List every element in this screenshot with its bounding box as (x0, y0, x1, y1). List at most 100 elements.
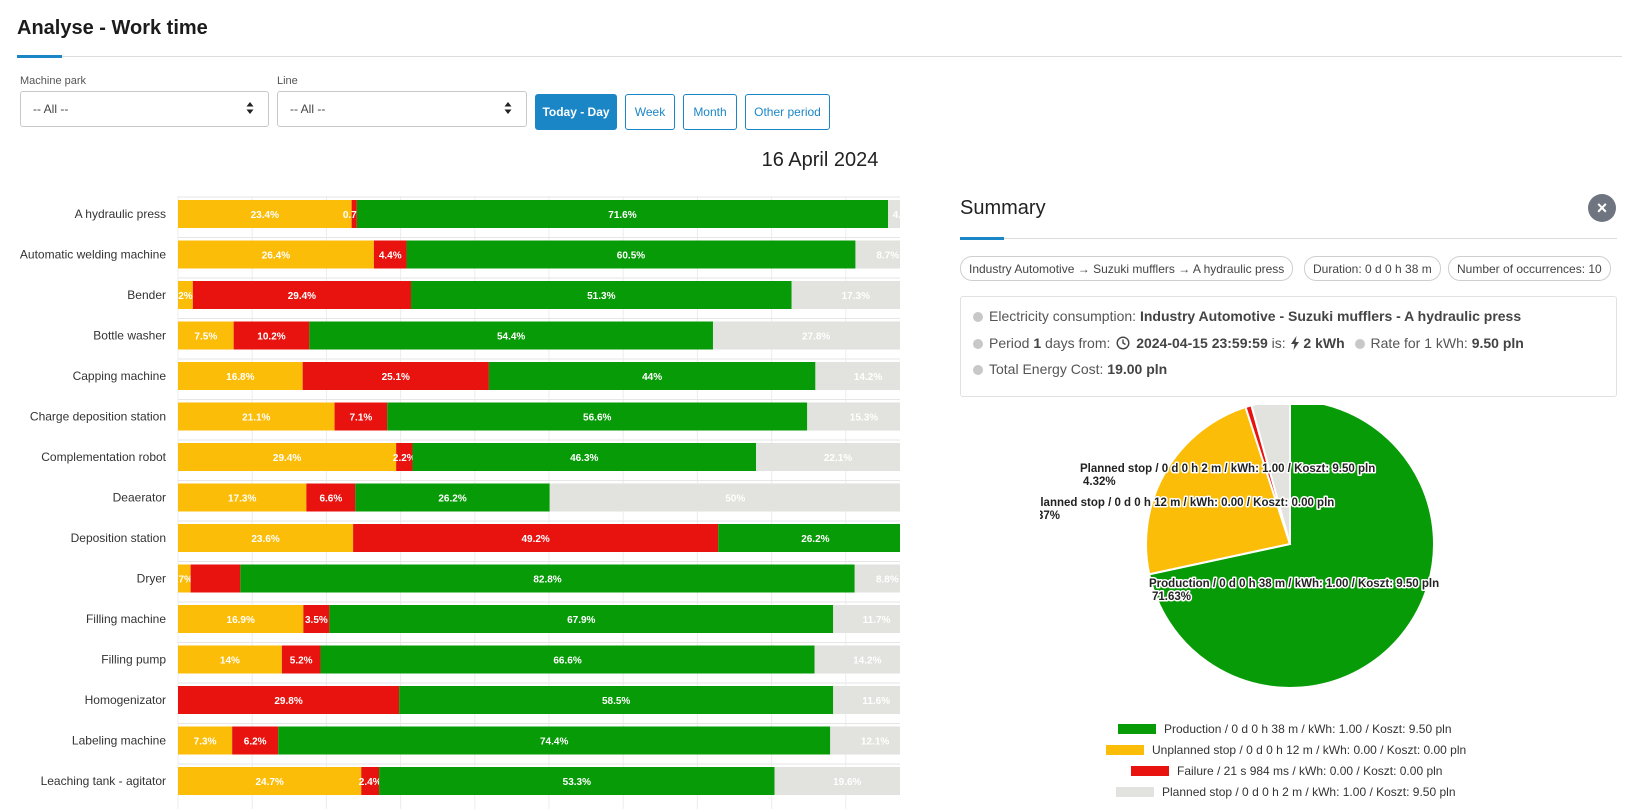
machine-park-label: Machine park (20, 75, 87, 87)
legend-label: Planned stop / 0 d 0 h 2 m / kWh: 1.00 /… (1162, 785, 1456, 799)
bar-data-label: 74.4% (540, 737, 568, 748)
legend-label: Unplanned stop / 0 d 0 h 12 m / kWh: 0.0… (1152, 743, 1467, 757)
legend-item-failure[interactable]: Failure / 21 s 984 ms / kWh: 0.00 / Kosz… (1131, 764, 1442, 778)
category-label: Deposition station (71, 531, 166, 545)
bar-data-label: 44% (642, 372, 662, 383)
legend-swatch (1131, 766, 1169, 776)
category-label: A hydraulic press (75, 207, 166, 221)
machine-park-select[interactable]: -- All -- (20, 91, 269, 127)
rate-value: 9.50 pln (1471, 335, 1524, 351)
month-button[interactable]: Month (683, 94, 737, 130)
bar-data-label: 71.6% (608, 210, 636, 221)
bar-data-label: .7% (176, 575, 193, 586)
bar-data-label: 2.4% (359, 777, 382, 788)
bar-data-label: 4.4% (379, 251, 402, 262)
lightning-icon (1290, 336, 1299, 350)
category-label: Filling machine (86, 612, 166, 626)
category-label: Deaerator (113, 491, 166, 505)
bar-data-label: 6.6% (319, 494, 342, 505)
week-button[interactable]: Week (625, 94, 675, 130)
period-mid: days from: (1045, 335, 1111, 351)
summary-pie-chart: Planned stop / 0 d 0 h 2 m / kWh: 1.00 /… (1040, 405, 1441, 689)
line-value: -- All -- (290, 102, 326, 116)
bar-data-label: 19.6% (833, 777, 861, 788)
bar-data-label: 17.3% (228, 494, 256, 505)
bar-data-label: 23.4% (251, 210, 279, 221)
today-day-button[interactable]: Today - Day (535, 94, 617, 130)
category-label: Leaching tank - agitator (41, 774, 166, 788)
period-kwh: 2 kWh (1303, 335, 1345, 351)
clock-icon (1116, 336, 1130, 350)
legend-swatch (1106, 745, 1144, 755)
cost-value: 19.00 pln (1107, 361, 1168, 377)
line-select[interactable]: -- All -- (277, 91, 527, 127)
bar-data-label: 29.8% (274, 696, 302, 707)
bar-data-label: 21.1% (242, 413, 270, 424)
electricity-label: Electricity consumption: (989, 308, 1137, 324)
bar-data-label: 51.3% (587, 291, 615, 302)
bar-data-label: 5.2% (290, 656, 313, 667)
pie-slice-label: Unplanned stop / 0 d 0 h 12 m / kWh: 0.0… (1040, 497, 1334, 509)
bullet-icon (973, 339, 983, 349)
legend-swatch (1116, 787, 1154, 797)
bar-data-label: 14.2% (853, 656, 881, 667)
title-accent (17, 55, 62, 58)
bar-data-label: 6.2% (244, 737, 267, 748)
bar-data-label: 67.9% (567, 615, 595, 626)
cost-label: Total Energy Cost: (989, 361, 1104, 377)
bar-data-label: 4.3% (893, 210, 900, 221)
date-title: 16 April 2024 (761, 149, 879, 171)
pie-percent-label: 4.32% (1083, 476, 1116, 488)
breadcrumb-chip: Industry Automotive → Suzuki mufflers → … (960, 256, 1294, 281)
bar-data-label: 11.6% (862, 696, 890, 707)
bar-segment-failure[interactable] (190, 564, 241, 593)
legend-item-planned[interactable]: Planned stop / 0 d 0 h 2 m / kWh: 1.00 /… (1116, 785, 1456, 799)
bar-data-label: 23.6% (251, 534, 279, 545)
pie-percent-label: 71.63% (1152, 591, 1191, 603)
bullet-icon (973, 312, 983, 322)
bar-data-label: 26.4% (262, 251, 290, 262)
rate-label: Rate for 1 kWh: (1370, 335, 1468, 351)
bullet-icon (1354, 339, 1365, 349)
bar-data-label: 14% (220, 656, 240, 667)
duration-chip: Duration: 0 d 0 h 38 m (1304, 256, 1441, 281)
close-icon: × (1596, 197, 1608, 218)
summary-accent (960, 237, 1004, 240)
bar-data-label: 46.3% (570, 453, 598, 464)
bar-data-label: 54.4% (497, 332, 525, 343)
page-title: Analyse - Work time (17, 17, 208, 39)
bar-data-label: 7.1% (350, 413, 373, 424)
line-label: Line (277, 75, 298, 87)
summary-title: Summary (960, 197, 1046, 219)
bar-data-label: 17.3% (842, 291, 870, 302)
work-time-bar-chart: A hydraulic press23.4%0.7%71.6%4.3%Autom… (20, 196, 900, 809)
breadcrumb-item: A hydraulic press (1192, 262, 1285, 276)
legend-label: Failure / 21 s 984 ms / kWh: 0.00 / Kosz… (1177, 764, 1443, 778)
category-label: Automatic welding machine (20, 248, 166, 262)
bar-data-label: 29.4% (273, 453, 301, 464)
bar-data-label: 2% (178, 291, 193, 302)
bar-data-label: 26.2% (801, 534, 829, 545)
bar-data-label: 27.8% (802, 332, 830, 343)
legend-item-unplanned[interactable]: Unplanned stop / 0 d 0 h 12 m / kWh: 0.0… (1106, 743, 1466, 757)
bar-data-label: 25.1% (382, 372, 410, 383)
bar-data-label: 22.1% (824, 453, 852, 464)
category-label: Charge deposition station (30, 410, 166, 424)
legend-item-production[interactable]: Production / 0 d 0 h 38 m / kWh: 1.00 / … (1118, 722, 1452, 736)
bar-data-label: 11.7% (863, 615, 891, 626)
other-period-button[interactable]: Other period (745, 94, 830, 130)
category-label: Dryer (137, 572, 166, 586)
close-summary-button[interactable]: × (1588, 194, 1616, 222)
energy-info-card: Electricity consumption: Industry Automo… (960, 296, 1617, 397)
bar-data-label: 66.6% (553, 656, 581, 667)
legend-label: Production / 0 d 0 h 38 m / kWh: 1.00 / … (1164, 722, 1452, 736)
bar-data-label: 8.8% (876, 575, 899, 586)
bar-data-label: 7.5% (194, 332, 217, 343)
bar-data-label: 82.8% (533, 575, 561, 586)
breadcrumb-item: Industry Automotive (969, 262, 1075, 276)
bar-data-label: 10.2% (257, 332, 285, 343)
bar-data-label: 29.4% (288, 291, 316, 302)
category-label: Complementation robot (41, 450, 166, 464)
pie-slice-label: Production / 0 d 0 h 38 m / kWh: 1.00 / … (1149, 578, 1439, 590)
bar-data-label: 56.6% (583, 413, 611, 424)
